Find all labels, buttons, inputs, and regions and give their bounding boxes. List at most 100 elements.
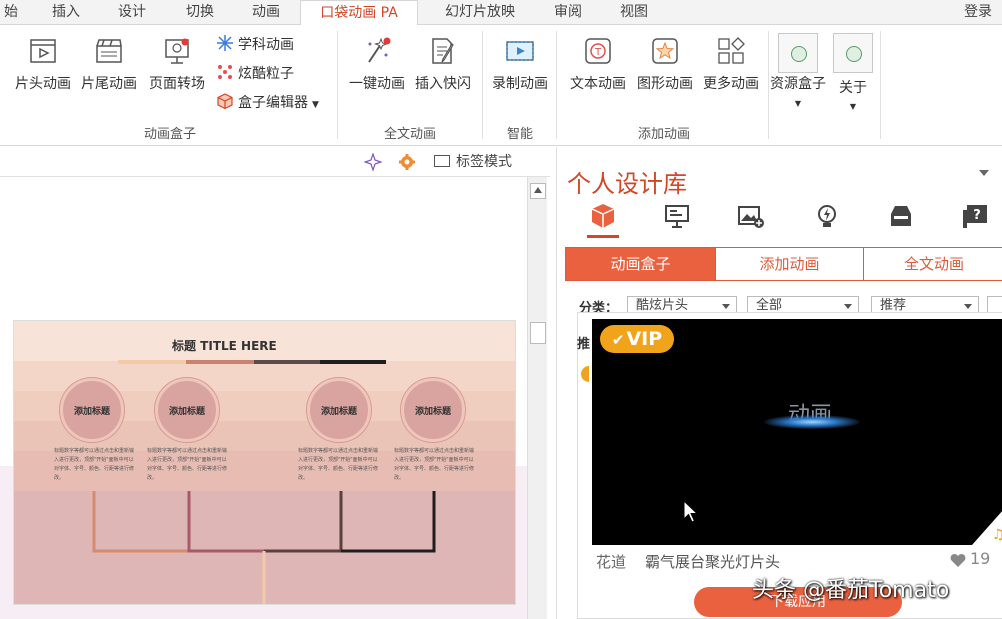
tab-start[interactable]: 始 — [0, 0, 22, 25]
scroll-thumb[interactable] — [530, 322, 546, 344]
menu-bar: 始 插入 设计 切换 动画 口袋动画 PA 幻灯片放映 审阅 视图 登录 — [0, 0, 1002, 26]
page-transition-button[interactable]: 页面转场 — [144, 35, 210, 97]
more-animation-button[interactable]: 更多动画 — [698, 35, 764, 97]
record-screen-icon — [506, 41, 534, 61]
editor-toolbar: 标签模式 — [0, 147, 550, 177]
group-separator — [556, 31, 557, 139]
storage-tab-icon[interactable] — [887, 202, 915, 230]
tab-slideshow[interactable]: 幻灯片放映 — [430, 0, 530, 25]
about-icon — [846, 46, 862, 62]
tab-view[interactable]: 视图 — [606, 0, 662, 25]
heart-icon[interactable] — [950, 553, 966, 568]
help-tab-icon[interactable]: ? — [961, 202, 989, 230]
sort-value: 推荐 — [880, 298, 907, 313]
insert-flash-label: 插入快闪 — [415, 76, 471, 92]
music-corner-icon: ♫ — [972, 511, 1002, 545]
box-editor-button[interactable]: 盒子编辑器 ▼ — [216, 92, 319, 114]
tab-animation[interactable]: 动画 — [236, 0, 296, 25]
svg-text:♫: ♫ — [992, 527, 1002, 543]
shape-animation-label: 图形动画 — [637, 76, 693, 92]
particles-icon — [218, 65, 232, 79]
vertical-scrollbar[interactable] — [527, 177, 547, 619]
about-icon-button[interactable] — [833, 33, 873, 73]
svg-text:?: ? — [973, 208, 981, 223]
one-click-animation-button[interactable]: 一键动画 — [344, 35, 410, 97]
page-transition-label: 页面转场 — [149, 76, 205, 92]
subject-animation-label: 学科动画 — [238, 37, 294, 53]
document-pen-icon — [432, 38, 454, 64]
mouse-cursor-icon — [683, 500, 699, 523]
slide-canvas[interactable]: 标题 TITLE HERE 添加标题 添加标题 添加标题 添加标题 标题数字等都… — [13, 320, 516, 605]
presentation-tab-icon[interactable] — [663, 202, 691, 230]
magic-star-icon[interactable] — [364, 153, 382, 171]
cool-particles-button[interactable]: 炫酷粒子 — [216, 63, 294, 85]
spotlight-glow — [764, 415, 860, 429]
intro-animation-label: 片头动画 — [15, 76, 71, 92]
dropdown-arrow-icon — [964, 304, 972, 309]
snowflake-icon — [217, 35, 233, 51]
group-separator — [482, 31, 483, 139]
scope-value: 全部 — [756, 298, 783, 313]
template-likes: 19 — [970, 549, 991, 568]
box-editor-label: 盒子编辑器 — [238, 95, 308, 111]
tab-insert[interactable]: 插入 — [38, 0, 94, 25]
panel-menu-chevron-icon[interactable] — [979, 170, 989, 176]
tab-review[interactable]: 审阅 — [540, 0, 596, 25]
text-animation-button[interactable]: T 文本动画 — [565, 35, 631, 97]
login-link[interactable]: 登录 — [964, 0, 992, 24]
dropdown-arrow-icon: ▼ — [794, 99, 802, 108]
clapperboard-icon — [96, 39, 122, 63]
group-separator — [880, 31, 881, 139]
dropdown-arrow-icon — [844, 304, 852, 309]
text-animation-icon: T — [585, 38, 611, 64]
group-label-full-text: 全文动画 — [383, 127, 436, 142]
tag-mode-button[interactable]: 标签模式 — [434, 151, 512, 171]
box-tab-icon[interactable] — [589, 202, 617, 230]
category-value: 酷炫片头 — [636, 298, 689, 313]
group-separator — [337, 31, 338, 139]
gear-icon[interactable] — [398, 153, 416, 171]
box-icon — [217, 93, 233, 110]
text-animation-label: 文本动画 — [570, 76, 626, 92]
resource-box-icon-button[interactable] — [778, 33, 818, 73]
template-author: 花道 — [596, 553, 627, 571]
tab-transition[interactable]: 切换 — [170, 0, 230, 25]
tag-mode-label: 标签模式 — [456, 154, 512, 170]
tab-pocket-animation[interactable]: 口袋动画 PA — [300, 0, 418, 26]
dropdown-arrow-icon: ▼ — [849, 102, 857, 111]
card-edge-text: 推 — [577, 337, 591, 352]
lightbulb-tab-icon[interactable] — [813, 202, 841, 230]
chevron-up-icon — [534, 187, 542, 193]
ribbon: 片头动画 片尾动画 页面转场 学科动画 炫酷粒子 盒子编辑器 ▼ 动画盒子 一键动… — [0, 25, 1002, 146]
image-add-tab-icon[interactable] — [737, 202, 765, 230]
scroll-up-button[interactable] — [530, 183, 546, 199]
segment-full-text-animation[interactable]: 全文动画 — [863, 247, 1002, 281]
record-animation-label: 录制动画 — [492, 76, 548, 92]
magic-wand-icon — [368, 37, 391, 63]
cool-particles-label: 炫酷粒子 — [238, 66, 294, 82]
shape-animation-button[interactable]: 图形动画 — [632, 35, 698, 97]
connector-lines — [92, 491, 436, 604]
record-animation-button[interactable]: 录制动画 — [487, 35, 553, 97]
resource-box-button[interactable]: 资源盒子 ▼ — [770, 75, 826, 113]
group-label-anim-box: 动画盒子 — [143, 127, 196, 142]
group-separator — [768, 31, 769, 139]
insert-flash-button[interactable]: 插入快闪 — [410, 35, 476, 97]
resource-box-icon — [791, 46, 807, 62]
dropdown-arrow-icon — [722, 304, 730, 309]
one-click-animation-label: 一键动画 — [349, 76, 405, 92]
presentation-screen-icon — [165, 38, 189, 64]
design-library-panel: 个人设计库 ? 动画盒子 添加动画 全文动画 分类： 酷炫片头 全部 推荐 ✔ V… — [556, 147, 1002, 619]
segment-animation-box[interactable]: 动画盒子 — [565, 247, 716, 281]
template-preview[interactable]: ✔VIP 动画 ♫ — [592, 319, 1002, 545]
dropdown-arrow-icon: ▼ — [312, 100, 319, 110]
subject-animation-button[interactable]: 学科动画 — [216, 34, 294, 56]
about-button[interactable]: 关于 ▼ — [830, 77, 876, 113]
tab-design[interactable]: 设计 — [104, 0, 160, 25]
outro-animation-button[interactable]: 片尾动画 — [76, 35, 142, 97]
star-shape-icon — [652, 38, 678, 64]
grid-shapes-icon — [718, 37, 745, 64]
panel-title: 个人设计库 — [567, 170, 687, 198]
segment-add-animation[interactable]: 添加动画 — [715, 247, 864, 281]
intro-animation-button[interactable]: 片头动画 — [10, 35, 76, 97]
